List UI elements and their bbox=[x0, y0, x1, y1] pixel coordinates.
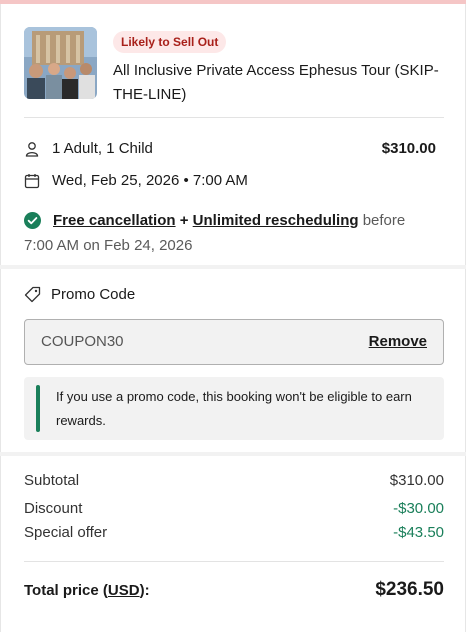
product-thumbnail bbox=[24, 27, 97, 99]
travelers-row: 1 Adult, 1 Child bbox=[24, 140, 153, 157]
free-cancellation-link[interactable]: Free cancellation bbox=[53, 212, 176, 229]
subtotal-label: Subtotal bbox=[24, 472, 80, 489]
check-circle-icon bbox=[24, 212, 41, 229]
special-offer-label: Special offer bbox=[24, 524, 108, 541]
notice-accent-bar bbox=[36, 385, 40, 432]
special-offer-value: -$43.50 bbox=[393, 524, 444, 541]
promo-code-heading: Promo Code bbox=[24, 286, 135, 303]
divider bbox=[24, 561, 444, 562]
total-price-label: Total price (USD): bbox=[24, 582, 150, 599]
currency-link[interactable]: USD bbox=[108, 582, 140, 599]
calendar-icon bbox=[24, 173, 40, 188]
total-label-suffix: ): bbox=[139, 582, 150, 599]
section-separator bbox=[0, 265, 466, 269]
booking-datetime: Wed, Feb 25, 2026 • 7:00 AM bbox=[52, 172, 248, 189]
date-row: Wed, Feb 25, 2026 • 7:00 AM bbox=[24, 172, 248, 189]
subtotal-row: Subtotal $310.00 bbox=[24, 472, 444, 489]
total-label-prefix: Total price ( bbox=[24, 582, 108, 599]
subtotal-value: $310.00 bbox=[389, 472, 444, 489]
plus-sign: + bbox=[179, 212, 189, 229]
travelers-text: 1 Adult, 1 Child bbox=[52, 140, 153, 157]
special-offer-row: Special offer -$43.50 bbox=[24, 524, 444, 541]
total-price-value: $236.50 bbox=[375, 579, 444, 600]
tour-photo-image bbox=[24, 27, 97, 99]
discount-value: -$30.00 bbox=[393, 500, 444, 517]
discount-label: Discount bbox=[24, 500, 83, 517]
discount-row: Discount -$30.00 bbox=[24, 500, 444, 517]
before-text: before bbox=[362, 212, 406, 229]
likely-to-sell-out-badge: Likely to Sell Out bbox=[113, 31, 227, 53]
cancellation-deadline: 7:00 AM on Feb 24, 2026 bbox=[24, 237, 193, 254]
promo-code-field[interactable]: COUPON30 Remove bbox=[24, 319, 444, 365]
tag-icon bbox=[24, 286, 41, 303]
unlimited-rescheduling-link[interactable]: Unlimited rescheduling bbox=[193, 212, 359, 229]
promo-notice-text: If you use a promo code, this booking wo… bbox=[56, 389, 412, 428]
remove-promo-button[interactable]: Remove bbox=[369, 333, 427, 350]
promo-code-label: Promo Code bbox=[51, 286, 136, 303]
product-title: All Inclusive Private Access Ephesus Tou… bbox=[113, 62, 439, 103]
section-separator bbox=[0, 452, 466, 456]
cancellation-policy: Free cancellation + Unlimited rescheduli… bbox=[24, 208, 434, 258]
person-icon bbox=[25, 141, 39, 157]
divider bbox=[24, 117, 444, 118]
booking-price: $310.00 bbox=[381, 140, 436, 157]
promo-rewards-notice: If you use a promo code, this booking wo… bbox=[24, 377, 444, 440]
promo-code-value: COUPON30 bbox=[41, 333, 124, 350]
